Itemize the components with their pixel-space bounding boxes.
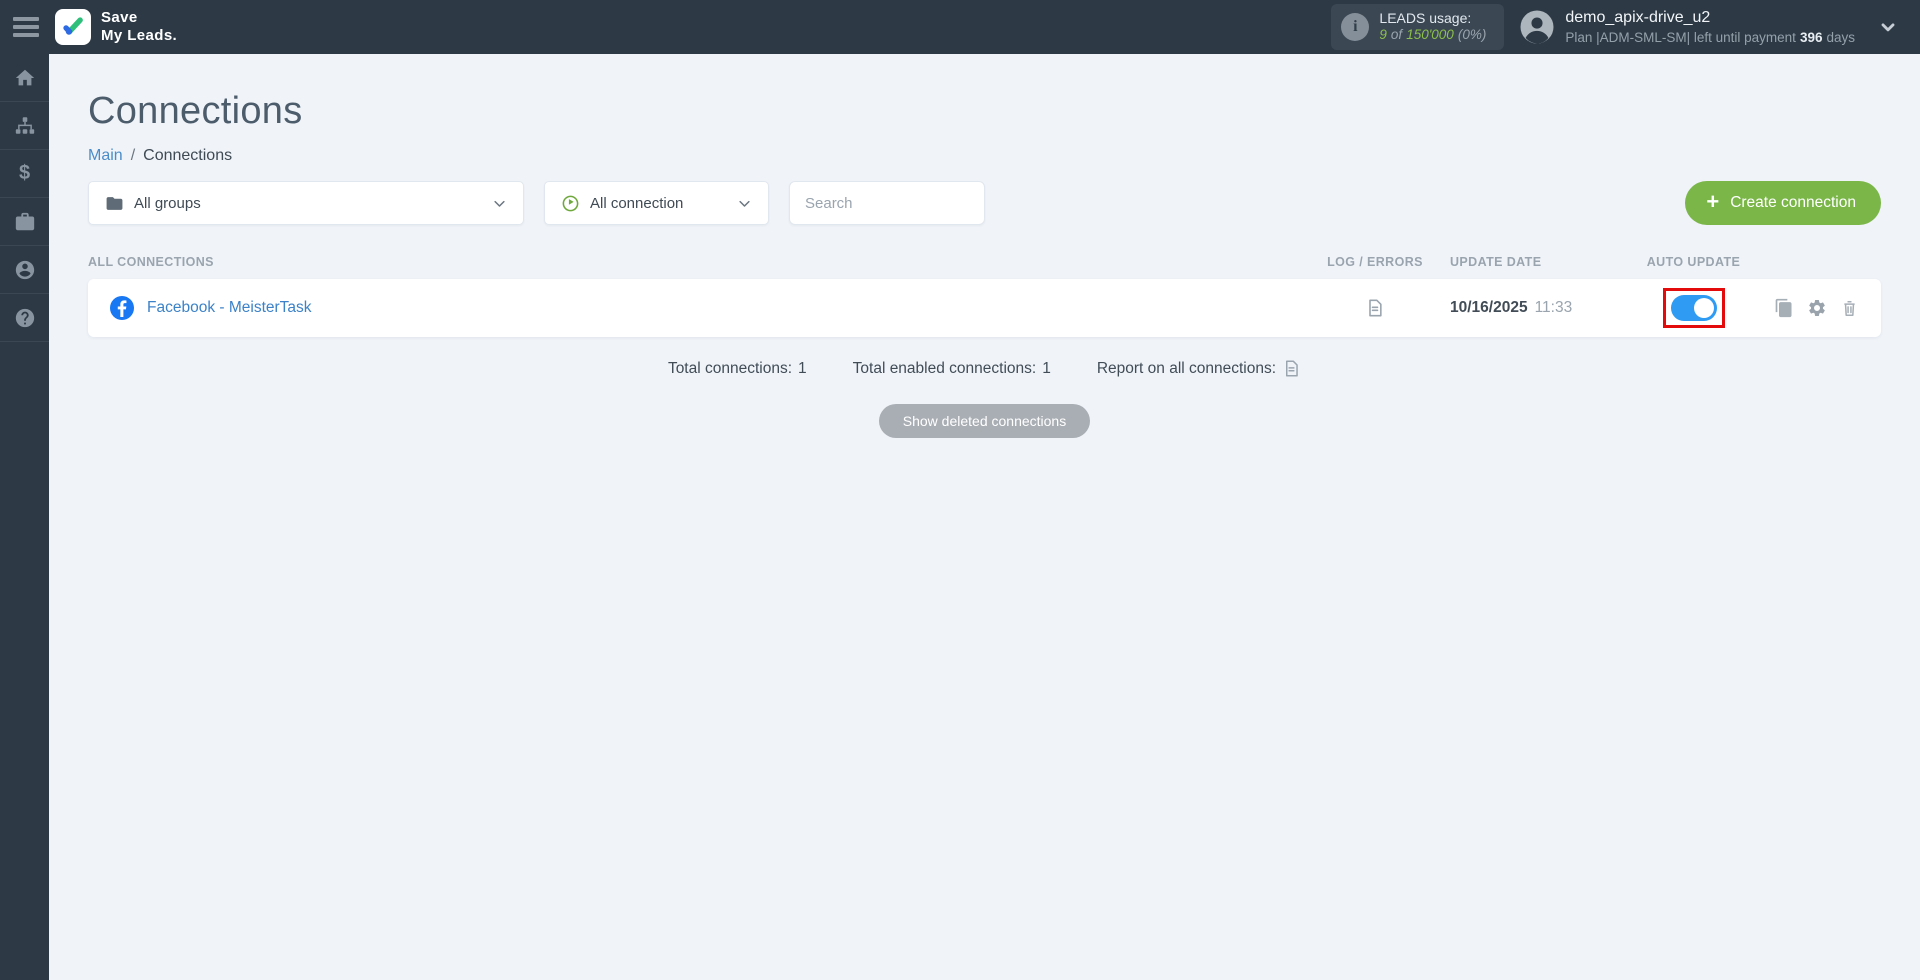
leads-used: 9 <box>1379 27 1387 43</box>
breadcrumb-separator: / <box>130 147 136 164</box>
breadcrumb-current: Connections <box>143 147 233 164</box>
total-enabled-value: 1 <box>1042 359 1051 377</box>
user-icon <box>15 260 34 279</box>
groups-filter-select[interactable]: All groups <box>88 181 524 225</box>
chevron-down-icon <box>737 196 752 211</box>
sidebar: $ <box>0 54 49 980</box>
page-title: Connections <box>88 90 303 132</box>
breadcrumb-main-link[interactable]: Main <box>88 147 123 165</box>
folder-icon <box>106 196 123 210</box>
help-icon <box>15 308 34 327</box>
total-connections-value: 1 <box>798 359 807 377</box>
summary-row: Total connections: 1 Total enabled conne… <box>88 359 1881 378</box>
info-icon: i <box>1341 13 1370 41</box>
groups-filter-value: All groups <box>134 194 201 212</box>
chevron-down-icon <box>492 196 507 211</box>
plan-text: Plan |ADM-SML-SM| left until payment <box>1565 29 1796 45</box>
sidebar-item-services[interactable] <box>0 198 49 246</box>
total-connections: Total connections: 1 <box>668 360 807 378</box>
dollar-icon: $ <box>18 162 31 184</box>
update-time-value: 11:33 <box>1534 299 1573 316</box>
column-auto-update: AUTO UPDATE <box>1646 255 1741 269</box>
log-document-icon[interactable] <box>1365 298 1385 318</box>
leads-usage-box: i LEADS usage: 9 of 150'000 (0%) <box>1331 4 1505 50</box>
menu-icon[interactable] <box>13 17 39 37</box>
logo-line1: Save <box>101 9 138 26</box>
connection-row: Facebook - MeisterTask 10/16/2025 11:33 <box>88 279 1881 337</box>
auto-update-toggle[interactable] <box>1670 295 1717 321</box>
logo-checkmark-icon <box>55 9 91 45</box>
play-circle-icon <box>562 195 579 211</box>
user-menu[interactable]: demo_apix-drive_u2 Plan |ADM-SML-SM| lef… <box>1519 8 1855 46</box>
home-icon <box>15 69 34 85</box>
leads-usage-label: LEADS usage: <box>1379 9 1472 26</box>
breadcrumb: Main / Connections <box>88 147 1881 165</box>
column-all-connections: ALL CONNECTIONS <box>88 255 214 269</box>
filter-row: All groups All connection + Create conne… <box>88 181 1881 225</box>
table-header: ALL CONNECTIONS LOG / ERRORS UPDATE DATE… <box>88 255 1881 269</box>
leads-usage-value: 9 of 150'000 (0%) <box>1379 27 1486 44</box>
sidebar-item-account[interactable] <box>0 246 49 294</box>
logo-text: Save My Leads. <box>101 9 177 45</box>
update-date: 10/16/2025 11:33 <box>1440 299 1616 317</box>
connection-link[interactable]: Facebook - MeisterTask <box>147 299 312 317</box>
report-all-connections: Report on all connections: <box>1097 359 1301 378</box>
days-left-suffix: days <box>1826 29 1855 45</box>
update-date-value: 10/16/2025 <box>1450 299 1528 316</box>
user-name: demo_apix-drive_u2 <box>1565 8 1711 26</box>
column-log-errors: LOG / ERRORS <box>1327 255 1423 269</box>
top-header: Save My Leads. i LEADS usage: 9 of 150'0… <box>0 0 1920 54</box>
briefcase-icon <box>15 212 34 230</box>
report-label: Report on all connections: <box>1096 359 1277 377</box>
app-logo[interactable]: Save My Leads. <box>55 9 177 45</box>
column-update-date: UPDATE DATE <box>1450 255 1542 269</box>
facebook-icon <box>110 296 134 320</box>
trash-icon[interactable] <box>1840 299 1859 318</box>
chevron-down-icon[interactable] <box>1878 17 1898 37</box>
report-document-icon[interactable] <box>1282 359 1301 378</box>
leads-of-word: of <box>1390 27 1403 43</box>
gear-icon[interactable] <box>1807 298 1827 318</box>
create-connection-button[interactable]: + Create connection <box>1685 181 1881 225</box>
avatar <box>1519 9 1555 45</box>
user-plan: Plan |ADM-SML-SM| left until payment 396… <box>1565 29 1855 47</box>
toggle-knob <box>1693 298 1714 318</box>
sidebar-item-billing[interactable]: $ <box>0 150 49 198</box>
sidebar-item-home[interactable] <box>0 54 49 102</box>
total-connections-label: Total connections: <box>667 359 793 377</box>
create-connection-label: Create connection <box>1730 194 1856 211</box>
sidebar-item-connections[interactable] <box>0 102 49 150</box>
plus-icon: + <box>1706 188 1720 214</box>
connection-filter-value: All connection <box>590 194 684 212</box>
total-enabled-label: Total enabled connections: <box>852 359 1037 377</box>
logo-line2: My Leads. <box>101 27 178 44</box>
highlight-box <box>1662 288 1725 328</box>
copy-icon[interactable] <box>1774 298 1794 318</box>
days-left-value: 396 <box>1799 29 1823 45</box>
sitemap-icon <box>15 116 34 134</box>
connection-filter-select[interactable]: All connection <box>544 181 769 225</box>
show-deleted-button[interactable]: Show deleted connections <box>878 404 1091 438</box>
leads-percent: (0%) <box>1457 27 1487 43</box>
leads-total: 150'000 <box>1406 27 1454 43</box>
total-enabled-connections: Total enabled connections: 1 <box>853 360 1051 378</box>
search-input[interactable] <box>789 181 985 225</box>
main-content: Connections Main / Connections All group… <box>49 54 1920 980</box>
sidebar-item-help[interactable] <box>0 294 49 342</box>
